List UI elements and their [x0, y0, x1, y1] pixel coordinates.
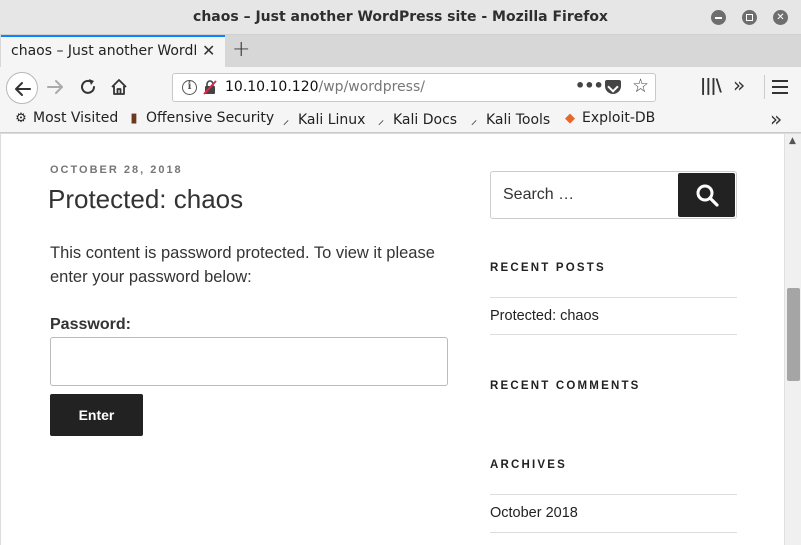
divider [490, 494, 737, 495]
tab-close-icon[interactable]: ✕ [202, 41, 215, 60]
page-content: OCTOBER 28, 2018 Protected: chaos This c… [1, 134, 784, 545]
bookmark-kali-tools[interactable]: ⸝ Kali Tools [467, 110, 550, 128]
reload-icon[interactable] [78, 77, 98, 97]
tab-title: chaos – Just another WordPress site [11, 43, 196, 59]
password-label: Password: [50, 316, 131, 333]
post-protected-message: This content is password protected. To v… [50, 244, 435, 286]
back-arrow-icon [15, 82, 31, 96]
search-placeholder: Search … [503, 186, 575, 203]
scrollbar-thumb[interactable] [787, 288, 800, 381]
tab-active[interactable]: chaos – Just another WordPress site ✕ [1, 35, 225, 67]
window-title: chaos – Just another WordPress site - Mo… [193, 9, 608, 25]
bookmark-label: Most Visited [33, 110, 119, 126]
post-title: Protected: chaos [48, 184, 244, 214]
new-tab-icon[interactable]: + [232, 37, 250, 62]
password-field[interactable] [50, 337, 448, 386]
kali-dragon-icon: ⸝ [282, 113, 290, 128]
bookmarks-toolbar: ⚙ Most Visited ▮ Offensive Security ⸝ Kali … [0, 107, 801, 133]
nav-toolbar: i 10.10.10.120/wp/wordpress/ ••• ☆ |||\ … [0, 67, 801, 107]
bookmark-label: Exploit-DB [582, 110, 656, 126]
bookmark-label: Kali Linux [298, 112, 366, 128]
minimize-icon[interactable] [711, 10, 726, 25]
maximize-icon[interactable] [742, 10, 757, 25]
forward-arrow-icon[interactable] [45, 77, 65, 97]
url-path: /wp/wordpress/ [318, 79, 425, 95]
toolbar-overflow-icon[interactable]: » [733, 73, 745, 97]
pocket-icon[interactable] [605, 80, 621, 94]
divider [490, 334, 737, 335]
bookmark-kali-docs[interactable]: ⸝ Kali Docs [374, 110, 457, 128]
home-icon[interactable] [109, 77, 129, 97]
url-host: 10.10.10.120 [225, 79, 319, 95]
divider [490, 297, 737, 298]
bookmark-exploit-db[interactable]: ◆ Exploit-DB [563, 110, 655, 126]
bookmarks-overflow-icon[interactable]: » [770, 107, 782, 131]
offsec-icon: ▮ [130, 111, 138, 126]
page-scrollbar[interactable]: ▲ [784, 134, 801, 545]
enter-button[interactable]: Enter [50, 394, 143, 436]
insecure-lock-icon[interactable] [203, 80, 217, 95]
url-bar[interactable]: i 10.10.10.120/wp/wordpress/ ••• ☆ [172, 73, 656, 102]
bookmark-label: Kali Tools [486, 112, 551, 128]
kali-dragon-icon: ⸝ [377, 113, 385, 128]
tab-strip: chaos – Just another WordPress site ✕ + [0, 35, 801, 67]
hamburger-menu-icon[interactable] [772, 80, 788, 94]
toolbar-separator [764, 75, 765, 99]
window-titlebar: chaos – Just another WordPress site - Mo… [0, 0, 801, 35]
post-date[interactable]: OCTOBER 28, 2018 [50, 164, 183, 176]
scroll-up-icon[interactable]: ▲ [789, 136, 796, 146]
bookmark-kali-linux[interactable]: ⸝ Kali Linux [279, 110, 366, 128]
info-icon[interactable]: i [182, 80, 197, 95]
bookmark-star-icon[interactable]: ☆ [632, 75, 649, 97]
back-button[interactable] [6, 72, 38, 104]
archive-link[interactable]: October 2018 [490, 505, 578, 521]
recent-posts-heading: RECENT POSTS [490, 262, 606, 274]
bookmark-most-visited[interactable]: ⚙ Most Visited [14, 110, 118, 126]
library-icon[interactable]: |||\ [700, 76, 722, 96]
bookmark-label: Kali Docs [393, 112, 458, 128]
recent-comments-heading: RECENT COMMENTS [490, 380, 641, 392]
bookmark-offensive-security[interactable]: ▮ Offensive Security [127, 110, 274, 126]
close-window-icon[interactable]: ✕ [773, 10, 788, 25]
kali-dragon-icon: ⸝ [470, 113, 478, 128]
recent-post-link[interactable]: Protected: chaos [490, 308, 599, 324]
page-actions-icon[interactable]: ••• [575, 76, 604, 95]
divider [490, 532, 737, 533]
gear-icon: ⚙ [15, 111, 27, 126]
url-text[interactable]: 10.10.10.120/wp/wordpress/ [225, 79, 425, 95]
exploitdb-icon: ◆ [565, 111, 575, 126]
archives-heading: ARCHIVES [490, 459, 568, 471]
search-icon [696, 184, 719, 207]
bookmark-label: Offensive Security [146, 110, 275, 126]
search-button[interactable] [678, 173, 735, 217]
